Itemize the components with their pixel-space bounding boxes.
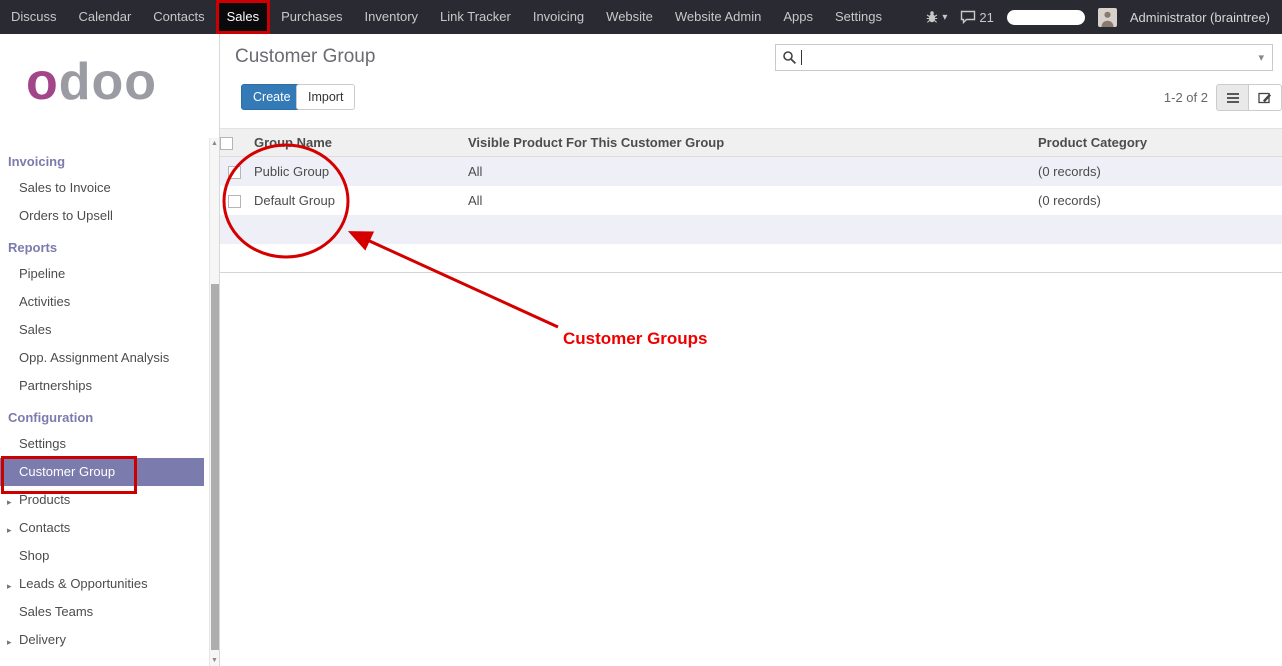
sidebar-item-activities[interactable]: Activities xyxy=(0,288,204,316)
main-content: Customer Group ▾ Create Import 1-2 of 2 xyxy=(220,34,1282,666)
scroll-down-icon[interactable]: ▼ xyxy=(211,657,218,664)
search-input[interactable] xyxy=(802,50,1256,65)
row-checkbox[interactable] xyxy=(228,195,241,208)
sidebar-item-opp-assignment-analysis[interactable]: Opp. Assignment Analysis xyxy=(0,344,204,372)
chevron-right-icon: ▸ xyxy=(7,579,12,593)
empty-row xyxy=(220,215,1282,244)
sidebar-section-invoicing: Invoicing xyxy=(0,144,219,174)
sidebar-item-contacts[interactable]: ▸Contacts xyxy=(0,514,204,542)
search-bar[interactable]: ▾ xyxy=(775,44,1273,71)
scroll-up-icon[interactable]: ▲ xyxy=(211,140,218,147)
pager: 1-2 of 2 xyxy=(1108,90,1208,105)
list-view-icon xyxy=(1226,92,1240,104)
sidebar-item-settings[interactable]: Settings xyxy=(0,430,204,458)
chat-bubble-icon xyxy=(960,10,976,24)
bug-icon xyxy=(925,10,939,24)
sidebar-menu: Invoicing Sales to Invoice Orders to Ups… xyxy=(0,144,219,654)
sidebar-section-reports: Reports xyxy=(0,230,219,260)
form-view-icon xyxy=(1258,91,1272,104)
cell-visible-product: All xyxy=(462,186,1032,215)
search-options-chevron-icon[interactable]: ▾ xyxy=(1256,51,1266,64)
odoo-logo[interactable]: odoo xyxy=(0,34,219,144)
message-count-badge: 21 xyxy=(979,10,993,25)
cell-product-category: (0 records) xyxy=(1032,157,1282,186)
chevron-right-icon: ▸ xyxy=(7,495,12,509)
import-button[interactable]: Import xyxy=(296,84,355,110)
menu-website[interactable]: Website xyxy=(595,0,664,34)
sidebar-section-configuration: Configuration xyxy=(0,400,219,430)
column-product-category[interactable]: Product Category xyxy=(1032,129,1282,157)
sidebar-item-products[interactable]: ▸Products xyxy=(0,486,204,514)
row-checkbox[interactable] xyxy=(228,166,241,179)
top-navbar: Discuss Calendar Contacts Sales Purchase… xyxy=(0,0,1282,34)
list-view-button[interactable] xyxy=(1216,84,1249,111)
menu-invoicing[interactable]: Invoicing xyxy=(522,0,595,34)
user-menu[interactable]: Administrator (braintree) xyxy=(1130,10,1270,25)
user-photo-icon xyxy=(1098,8,1117,27)
logo-letters: doo xyxy=(59,53,157,111)
avatar[interactable] xyxy=(1098,8,1117,27)
sidebar-item-partnerships[interactable]: Partnerships xyxy=(0,372,204,400)
create-button[interactable]: Create xyxy=(241,84,303,110)
sidebar-item-sales-to-invoice[interactable]: Sales to Invoice xyxy=(0,174,204,202)
messages-menu[interactable]: 21 xyxy=(960,10,993,25)
systray-pill[interactable] xyxy=(1007,10,1085,25)
menu-link-tracker[interactable]: Link Tracker xyxy=(429,0,522,34)
systray: ▾ 21 Administrator (braintree) xyxy=(925,8,1282,27)
sidebar-item-shop[interactable]: Shop xyxy=(0,542,204,570)
view-switcher xyxy=(1216,84,1282,111)
form-view-button[interactable] xyxy=(1249,84,1282,111)
table-row-default-group[interactable]: Default Group All (0 records) xyxy=(220,186,1282,215)
sidebar-item-sales-teams[interactable]: Sales Teams xyxy=(0,598,204,626)
table-header-row: Group Name Visible Product For This Cust… xyxy=(220,129,1282,157)
table-row-public-group[interactable]: Public Group All (0 records) xyxy=(220,157,1282,186)
sidebar-item-sales[interactable]: Sales xyxy=(0,316,204,344)
menu-sales[interactable]: Sales xyxy=(216,0,271,34)
sidebar: odoo Invoicing Sales to Invoice Orders t… xyxy=(0,34,220,666)
select-all-checkbox[interactable] xyxy=(220,137,233,150)
debug-bug-menu[interactable]: ▾ xyxy=(925,10,947,24)
cell-visible-product: All xyxy=(462,157,1032,186)
sidebar-item-customer-group[interactable]: Customer Group xyxy=(0,458,204,486)
cell-group-name: Public Group xyxy=(248,157,462,186)
search-icon xyxy=(782,50,797,65)
chevron-right-icon: ▸ xyxy=(7,523,12,537)
empty-row xyxy=(220,244,1282,273)
menu-apps[interactable]: Apps xyxy=(772,0,824,34)
logo-letter: o xyxy=(26,53,59,111)
sidebar-scrollbar[interactable]: ▲ ▼ xyxy=(209,138,219,666)
menu-calendar[interactable]: Calendar xyxy=(68,0,143,34)
cell-product-category: (0 records) xyxy=(1032,186,1282,215)
scrollbar-thumb[interactable] xyxy=(211,284,219,650)
customer-group-table: Group Name Visible Product For This Cust… xyxy=(220,128,1282,273)
sidebar-item-leads-opportunities[interactable]: ▸Leads & Opportunities xyxy=(0,570,204,598)
menu-settings[interactable]: Settings xyxy=(824,0,893,34)
cell-group-name: Default Group xyxy=(248,186,462,215)
column-visible-product[interactable]: Visible Product For This Customer Group xyxy=(462,129,1032,157)
page-title: Customer Group xyxy=(235,46,375,68)
menu-purchases[interactable]: Purchases xyxy=(270,0,353,34)
menu-contacts[interactable]: Contacts xyxy=(142,0,215,34)
menu-website-admin[interactable]: Website Admin xyxy=(664,0,772,34)
sidebar-item-delivery[interactable]: ▸Delivery xyxy=(0,626,204,654)
sidebar-item-orders-to-upsell[interactable]: Orders to Upsell xyxy=(0,202,204,230)
menu-discuss[interactable]: Discuss xyxy=(0,0,68,34)
chevron-right-icon: ▸ xyxy=(7,635,12,649)
column-group-name[interactable]: Group Name xyxy=(248,129,462,157)
caret-down-icon: ▾ xyxy=(942,12,947,23)
sidebar-item-pipeline[interactable]: Pipeline xyxy=(0,260,204,288)
menu-inventory[interactable]: Inventory xyxy=(354,0,429,34)
